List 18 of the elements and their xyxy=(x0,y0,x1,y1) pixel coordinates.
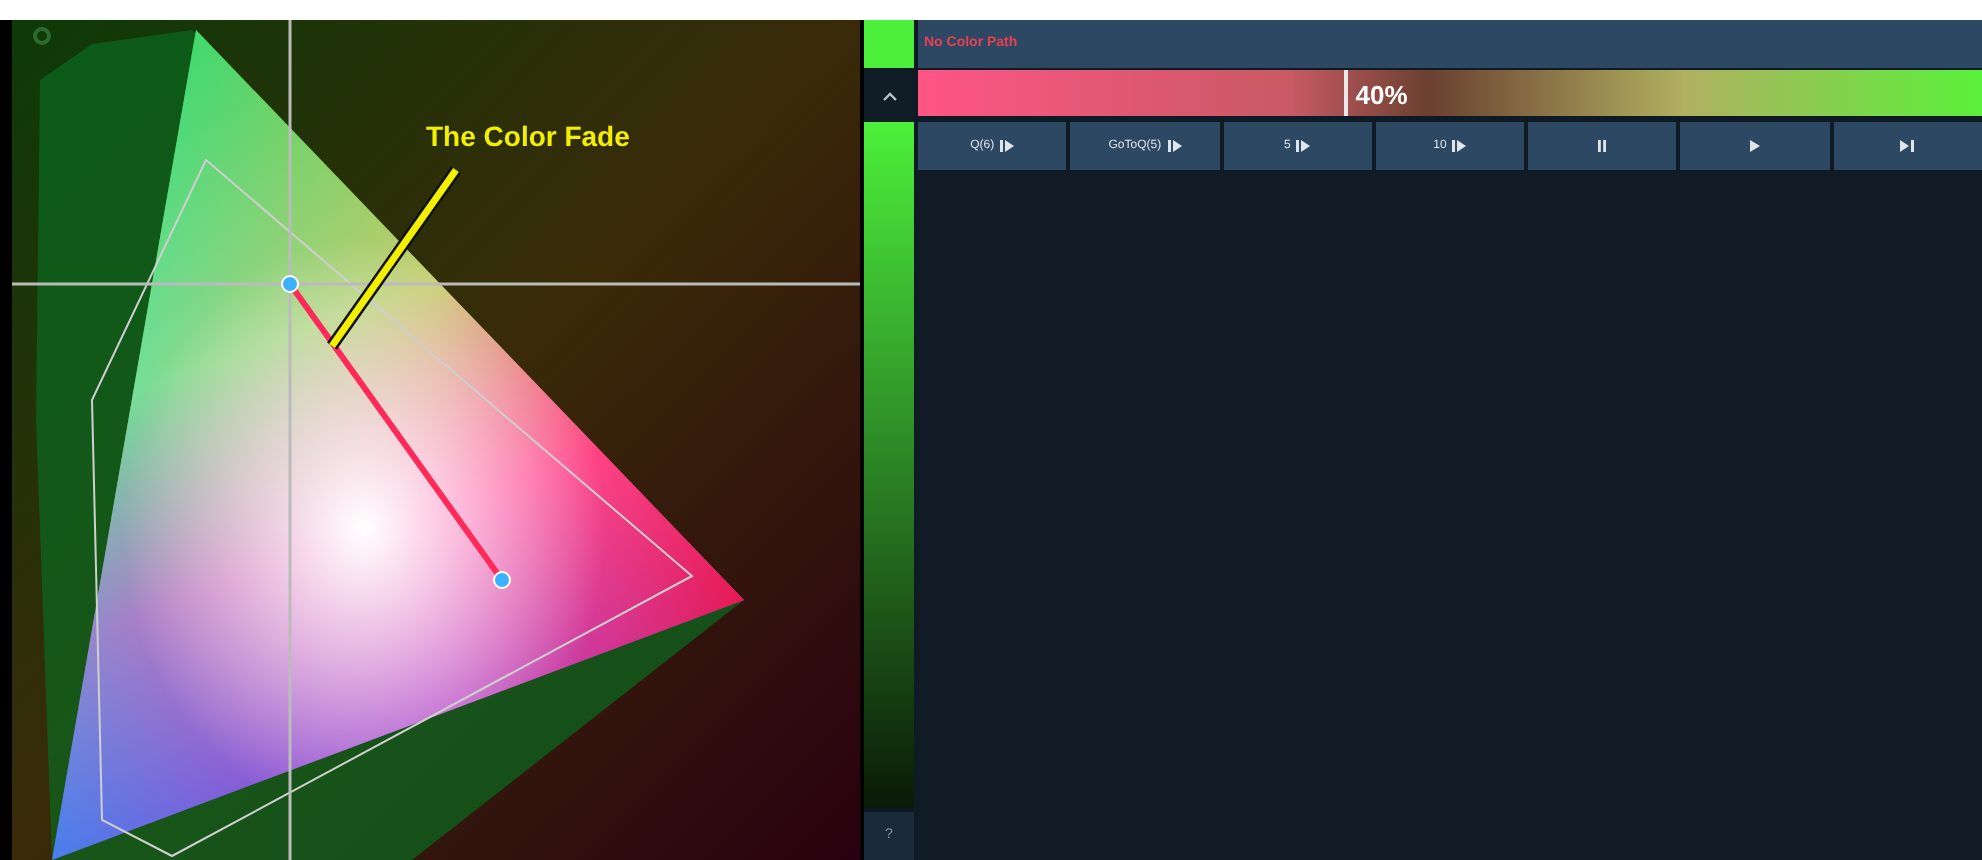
fader-thumb[interactable] xyxy=(1343,70,1348,116)
pause-button[interactable] xyxy=(1528,122,1677,170)
pause-icon xyxy=(1598,140,1607,152)
play-button[interactable] xyxy=(1680,122,1830,170)
step-forward-icon xyxy=(1296,140,1311,152)
skip-to-end-button[interactable] xyxy=(1833,122,1982,170)
chevron-up-icon xyxy=(881,91,897,101)
step-forward-icon xyxy=(1000,140,1015,152)
fader-track[interactable]: 40% xyxy=(918,70,1982,116)
play-icon xyxy=(1750,140,1761,152)
gear-icon[interactable] xyxy=(33,27,51,45)
step-forward-icon xyxy=(1452,140,1467,152)
annotation-label: The Color Fade xyxy=(426,118,630,156)
step-forward-icon xyxy=(1167,140,1182,152)
chromaticity-diagram[interactable]: The Color Fade xyxy=(12,20,860,860)
fader-reading: 40% xyxy=(1355,78,1408,114)
color-swatch xyxy=(864,20,914,68)
skip-to-end-icon xyxy=(1900,140,1915,152)
